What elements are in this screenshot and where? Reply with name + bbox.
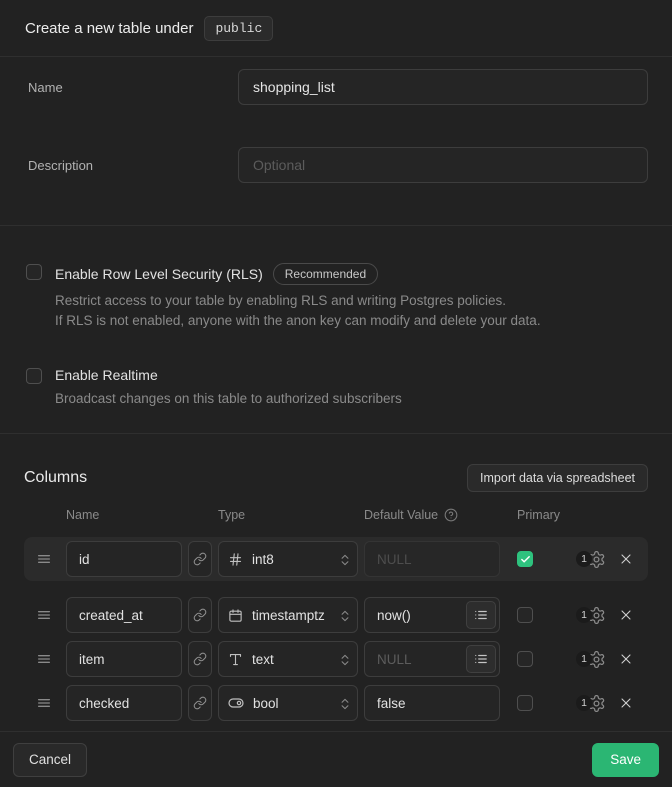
recommended-badge: Recommended: [273, 263, 378, 285]
column-rows: int8 1: [24, 537, 648, 721]
foreign-key-button[interactable]: [188, 597, 212, 633]
column-type-select[interactable]: text: [218, 641, 358, 677]
link-icon: [193, 696, 207, 710]
primary-checkbox[interactable]: [517, 651, 533, 667]
list-icon: [474, 608, 488, 622]
column-type-label: text: [252, 652, 274, 667]
rls-label: Enable Row Level Security (RLS): [55, 266, 263, 282]
create-table-dialog: Create a new table under public Name Des…: [0, 0, 672, 787]
column-name-input[interactable]: [66, 685, 182, 721]
chevrons-up-down-icon: [338, 552, 352, 568]
schema-badge: public: [204, 16, 273, 41]
description-label: Description: [24, 147, 238, 183]
dialog-header: Create a new table under public: [0, 0, 672, 57]
settings-count-badge: 1: [576, 551, 592, 567]
columns-section: Columns Import data via spreadsheet Name…: [0, 434, 672, 731]
rls-checkbox[interactable]: [26, 264, 42, 280]
remove-column-button[interactable]: [618, 607, 634, 623]
chevrons-up-down-icon: [338, 608, 352, 624]
calendar-icon: [228, 608, 243, 623]
link-icon: [193, 608, 207, 622]
rls-description-line1: Restrict access to your table by enablin…: [55, 291, 541, 311]
drag-handle-icon[interactable]: [36, 695, 52, 711]
column-settings-button[interactable]: 1: [576, 606, 606, 625]
column-type-label: timestamptz: [252, 608, 325, 623]
realtime-label: Enable Realtime: [55, 367, 158, 383]
list-icon: [474, 652, 488, 666]
settings-count-badge: 1: [576, 651, 592, 667]
chevrons-up-down-icon: [338, 696, 352, 712]
foreign-key-button[interactable]: [188, 685, 212, 721]
column-name-input[interactable]: [66, 597, 182, 633]
link-icon: [193, 552, 207, 566]
column-settings-button[interactable]: 1: [576, 694, 606, 713]
text-type-icon: [228, 652, 243, 667]
columns-header-row: Name Type Default Value Primary: [24, 508, 648, 524]
realtime-toggle-row: Enable Realtime Broadcast changes on thi…: [24, 367, 648, 409]
rls-toggle-row: Enable Row Level Security (RLS) Recommen…: [24, 263, 648, 331]
close-icon: [618, 695, 634, 711]
header-primary: Primary: [517, 508, 560, 522]
dialog-footer: Cancel Save: [0, 731, 672, 787]
column-settings-button[interactable]: 1: [576, 550, 606, 569]
column-row: bool 1: [24, 685, 648, 721]
rls-description-line2: If RLS is not enabled, anyone with the a…: [55, 311, 541, 331]
drag-handle-icon[interactable]: [36, 651, 52, 667]
column-type-select[interactable]: timestamptz: [218, 597, 358, 633]
header-default-value: Default Value: [364, 508, 438, 522]
link-icon: [193, 652, 207, 666]
column-settings-button[interactable]: 1: [576, 650, 606, 669]
foreign-key-button[interactable]: [188, 641, 212, 677]
close-icon: [618, 551, 634, 567]
check-icon: [520, 554, 531, 565]
settings-count-badge: 1: [576, 695, 592, 711]
drag-handle-icon[interactable]: [36, 607, 52, 623]
column-type-label: bool: [253, 696, 279, 711]
realtime-checkbox[interactable]: [26, 368, 42, 384]
primary-checkbox[interactable]: [517, 551, 533, 567]
foreign-key-button[interactable]: [188, 541, 212, 577]
column-row: int8 1: [24, 537, 648, 581]
default-menu-button[interactable]: [466, 601, 496, 629]
primary-checkbox[interactable]: [517, 607, 533, 623]
column-row: text 1: [24, 641, 648, 677]
remove-column-button[interactable]: [618, 551, 634, 567]
remove-column-button[interactable]: [618, 695, 634, 711]
settings-count-badge: 1: [576, 607, 592, 623]
default-value-input[interactable]: [364, 541, 500, 577]
dialog-title: Create a new table under: [25, 20, 193, 37]
column-type-label: int8: [252, 552, 274, 567]
column-row: timestamptz 1: [24, 597, 648, 633]
header-name: Name: [66, 508, 99, 522]
column-name-input[interactable]: [66, 641, 182, 677]
import-spreadsheet-button[interactable]: Import data via spreadsheet: [467, 464, 648, 492]
description-input[interactable]: [238, 147, 648, 183]
column-name-input[interactable]: [66, 541, 182, 577]
close-icon: [618, 651, 634, 667]
table-info-section: Name Description: [0, 57, 672, 226]
bool-toggle-icon: [228, 695, 244, 711]
columns-title: Columns: [24, 469, 87, 487]
remove-column-button[interactable]: [618, 651, 634, 667]
hash-icon: [228, 552, 243, 567]
header-type: Type: [218, 508, 245, 522]
column-type-select[interactable]: int8: [218, 541, 358, 577]
help-icon[interactable]: [444, 508, 458, 522]
close-icon: [618, 607, 634, 623]
cancel-button[interactable]: Cancel: [13, 743, 87, 777]
drag-handle-icon[interactable]: [36, 551, 52, 567]
options-section: Enable Row Level Security (RLS) Recommen…: [0, 226, 672, 434]
column-type-select[interactable]: bool: [218, 685, 358, 721]
primary-checkbox[interactable]: [517, 695, 533, 711]
realtime-description: Broadcast changes on this table to autho…: [55, 389, 402, 409]
chevrons-up-down-icon: [338, 652, 352, 668]
default-value-input[interactable]: [364, 685, 500, 721]
default-menu-button[interactable]: [466, 645, 496, 673]
name-label: Name: [24, 69, 238, 105]
save-button[interactable]: Save: [592, 743, 659, 777]
table-name-input[interactable]: [238, 69, 648, 105]
